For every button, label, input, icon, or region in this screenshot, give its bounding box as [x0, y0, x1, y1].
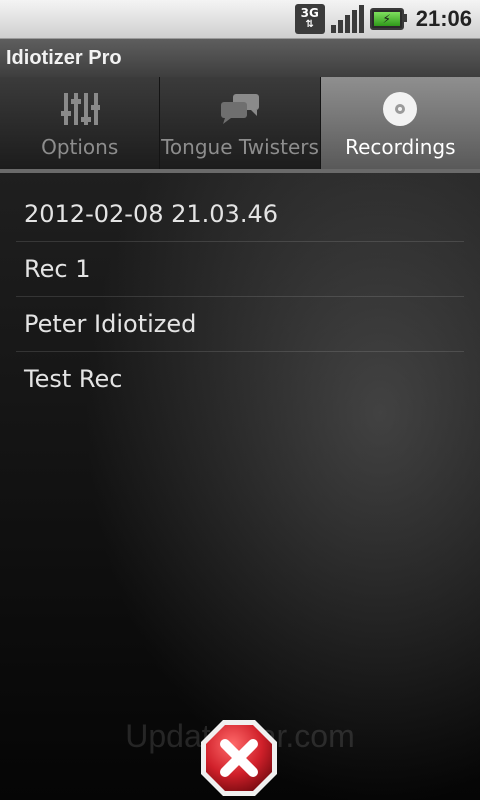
tab-options[interactable]: Options: [0, 77, 161, 169]
recording-item[interactable]: 2012-02-08 21.03.46: [16, 187, 464, 242]
status-icons: 3G ⇅ ⚡ 21:06: [294, 0, 472, 38]
recording-item[interactable]: Rec 1: [16, 242, 464, 297]
status-bar: 3G ⇅ ⚡ 21:06: [0, 0, 480, 39]
tab-options-label: Options: [41, 135, 119, 159]
speech-bubbles-icon: [219, 87, 261, 131]
tab-bar: Options Tongue Twisters Recordings: [0, 77, 480, 169]
equalizer-icon: [60, 87, 100, 131]
tab-tongue-twisters-label: Tongue Twisters: [161, 135, 319, 159]
recordings-list: 2012-02-08 21.03.46 Rec 1 Peter Idiotize…: [16, 187, 464, 406]
network-type: 3G: [300, 6, 319, 20]
network-3g-icon: 3G ⇅: [294, 4, 325, 34]
signal-strength-icon: [330, 5, 364, 33]
tab-recordings[interactable]: Recordings: [320, 77, 480, 169]
disc-icon: [381, 87, 419, 131]
status-clock: 21:06: [415, 6, 472, 31]
title-bar: Idiotizer Pro: [0, 39, 480, 77]
tab-tongue-twisters[interactable]: Tongue Twisters: [160, 77, 321, 169]
recordings-panel: 2012-02-08 21.03.46 Rec 1 Peter Idiotize…: [0, 173, 480, 800]
delete-button[interactable]: [199, 718, 279, 798]
tab-recordings-label: Recordings: [345, 135, 456, 159]
recording-item[interactable]: Test Rec: [16, 352, 464, 406]
close-icon: [201, 720, 277, 796]
recording-item[interactable]: Peter Idiotized: [16, 297, 464, 352]
charging-bolt-icon: ⚡: [373, 12, 400, 26]
data-arrows-icon: ⇅: [305, 19, 314, 30]
battery-icon: ⚡: [369, 8, 407, 30]
app-title: Idiotizer Pro: [6, 46, 122, 69]
